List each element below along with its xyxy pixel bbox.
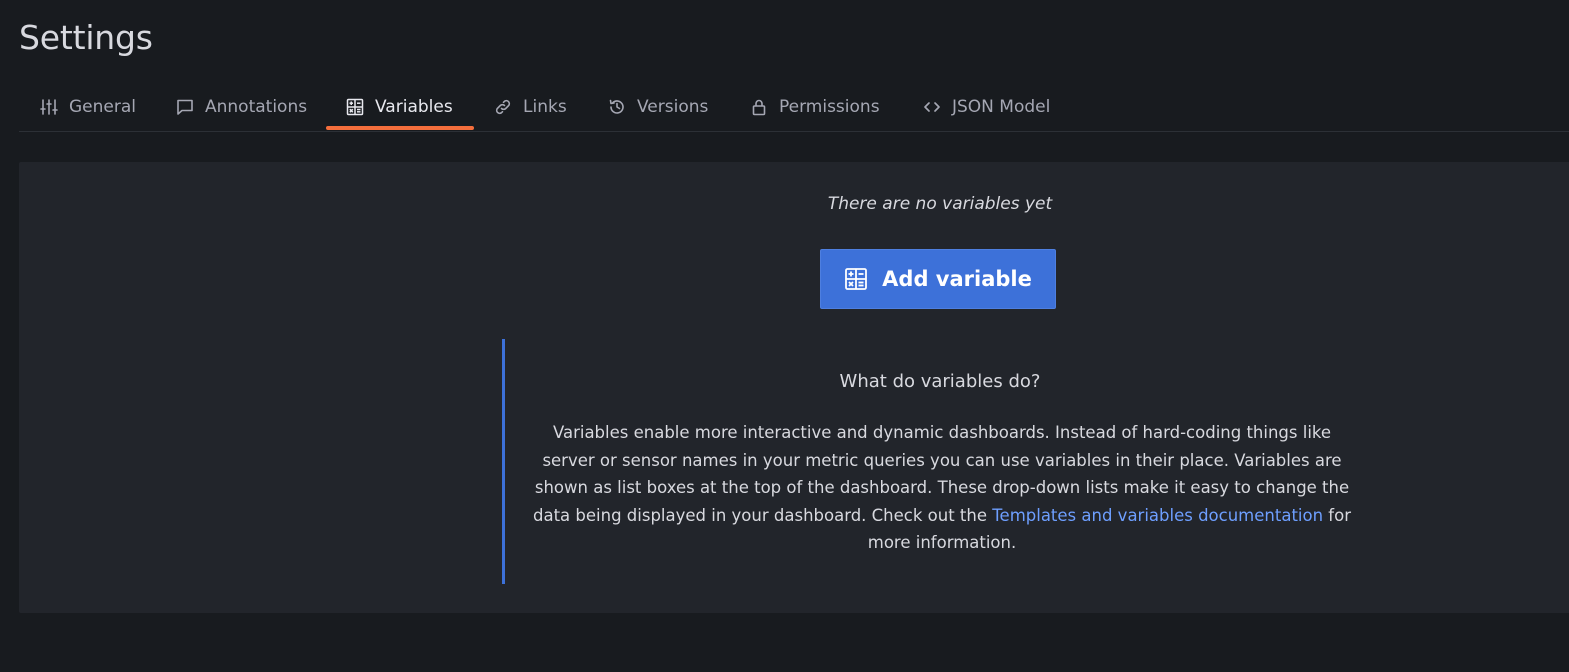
- calculator-icon: [844, 267, 868, 291]
- tab-general[interactable]: General: [39, 84, 136, 129]
- tab-permissions[interactable]: Permissions: [749, 84, 880, 129]
- link-icon: [493, 97, 513, 117]
- info-body: Variables enable more interactive and dy…: [525, 419, 1359, 557]
- lock-icon: [749, 97, 769, 117]
- add-variable-button[interactable]: Add variable: [820, 249, 1056, 309]
- tab-annotations[interactable]: Annotations: [175, 84, 307, 129]
- variables-empty-state-panel: There are no variables yet Add variable …: [19, 162, 1569, 613]
- tab-label: JSON Model: [952, 96, 1051, 117]
- tab-label: Variables: [375, 96, 453, 117]
- tab-variables[interactable]: Variables: [345, 84, 453, 129]
- add-variable-label: Add variable: [882, 267, 1032, 291]
- history-icon: [607, 97, 627, 117]
- tab-versions[interactable]: Versions: [607, 84, 708, 129]
- tab-label: Permissions: [779, 96, 880, 117]
- calculator-icon: [345, 97, 365, 117]
- comment-icon: [175, 97, 195, 117]
- tab-label: Versions: [637, 96, 709, 117]
- sliders-icon: [39, 97, 59, 117]
- templates-docs-link[interactable]: Templates and variables documentation: [992, 506, 1323, 525]
- variables-info-box: What do variables do? Variables enable m…: [502, 339, 1375, 584]
- tab-label: General: [69, 96, 136, 117]
- settings-tabs: General Annotations Variables Links Vers…: [19, 84, 1569, 132]
- tab-json-model[interactable]: JSON Model: [922, 84, 1050, 129]
- tab-label: Annotations: [205, 96, 308, 117]
- tab-links[interactable]: Links: [493, 84, 567, 129]
- code-icon: [922, 97, 942, 117]
- tab-label: Links: [523, 96, 567, 117]
- active-tab-indicator: [326, 126, 474, 130]
- page-title: Settings: [19, 18, 153, 57]
- info-title: What do variables do?: [839, 371, 1041, 392]
- empty-state-message: There are no variables yet: [827, 194, 1053, 214]
